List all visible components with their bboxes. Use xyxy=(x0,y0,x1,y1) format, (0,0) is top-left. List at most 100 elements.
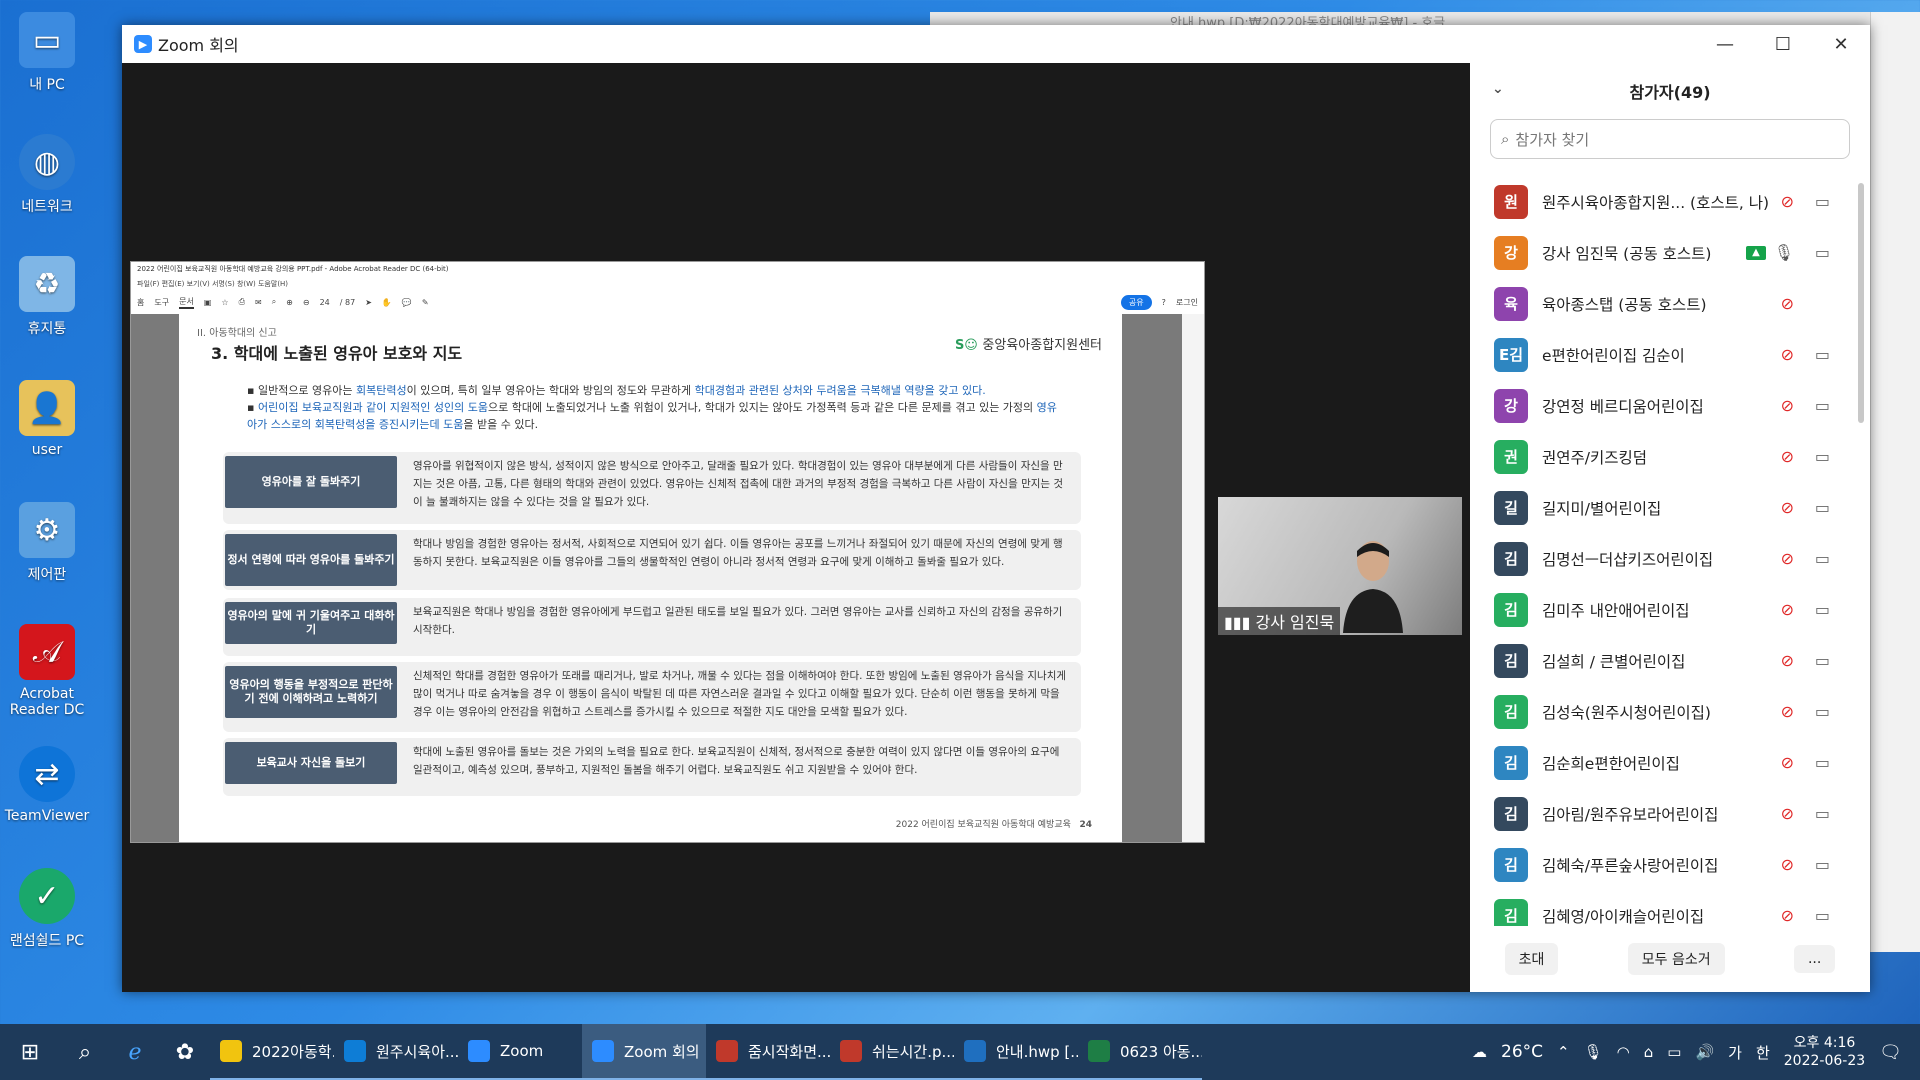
avatar: E김 xyxy=(1494,337,1528,372)
mic-muted-icon[interactable]: ⊘ xyxy=(1781,600,1794,619)
taskbar-task[interactable]: 원주시육아... xyxy=(334,1024,458,1080)
participant-row[interactable]: 김 김혜영/아이캐슬어린이집 ⊘ ▭ xyxy=(1470,890,1850,926)
mute-all-button[interactable]: 모두 음소거 xyxy=(1627,943,1725,975)
participant-row[interactable]: 김 김명선ㅡ더샵키즈어린이집 ⊘ ▭ xyxy=(1470,533,1850,584)
collapse-chevron-icon[interactable]: ⌄ xyxy=(1492,81,1504,97)
video-off-icon[interactable]: ▭ xyxy=(1815,906,1830,925)
mic-muted-icon[interactable]: ⊘ xyxy=(1781,447,1794,466)
volume-icon[interactable]: 🔊 xyxy=(1695,1043,1714,1061)
video-off-icon[interactable]: ▭ xyxy=(1815,396,1830,415)
participant-name: 육아종스탭 (공동 호스트) xyxy=(1542,295,1707,314)
participant-row[interactable]: 김 김아림/원주유보라어린이집 ⊘ ▭ xyxy=(1470,788,1850,839)
desktop-icon-user[interactable]: 👤 user xyxy=(2,380,92,458)
video-off-icon[interactable]: ▭ xyxy=(1815,651,1830,670)
mic-muted-icon[interactable]: ⊘ xyxy=(1781,906,1794,925)
participant-row[interactable]: 김 김순희e편한어린이집 ⊘ ▭ xyxy=(1470,737,1850,788)
participant-row[interactable]: 김 김미주 내안애어린이집 ⊘ ▭ xyxy=(1470,584,1850,635)
mic-muted-icon[interactable]: ⊘ xyxy=(1781,396,1794,415)
print-icon: ⎙ xyxy=(238,297,245,306)
cursor-icon: ➤ xyxy=(365,297,372,307)
participant-row[interactable]: 권 권연주/키즈킹덤 ⊘ ▭ xyxy=(1470,431,1850,482)
participant-row[interactable]: 육 육아종스탭 (공동 호스트) ⊘ xyxy=(1470,278,1850,329)
video-off-icon[interactable]: ▭ xyxy=(1815,549,1830,568)
video-off-icon[interactable]: ▭ xyxy=(1815,192,1830,211)
page-bullets: ▪ 일반적으로 영유아는 회복탄력성이 있으며, 특히 일부 영유아는 학대와 … xyxy=(247,382,1067,433)
desktop-icon-recycle-bin[interactable]: ♻ 휴지통 xyxy=(2,256,92,338)
guide-row-text: 학대에 노출된 영유아를 돌보는 것은 가외의 노력을 필요로 한다. 보육교직… xyxy=(413,746,1060,776)
close-button[interactable]: ✕ xyxy=(1812,25,1870,63)
taskbar-task[interactable]: 안내.hwp [... xyxy=(954,1024,1078,1080)
weather-temperature: 26°C xyxy=(1501,1042,1544,1062)
desktop-icon-teamviewer[interactable]: ⇄ TeamViewer xyxy=(2,746,92,824)
mic-muted-icon[interactable]: ⊘ xyxy=(1781,192,1794,211)
zoom-meeting-window: ▶ Zoom 회의 — ☐ ✕ 2022 어린이집 보육교직원 아동학대 예방교… xyxy=(122,25,1870,992)
participant-name: 김성숙(원주시청어린이집) xyxy=(1542,703,1711,722)
participants-header: ⌄ 참가자(49) xyxy=(1470,63,1870,119)
participant-row[interactable]: 길 길지미/별어린이집 ⊘ ▭ xyxy=(1470,482,1850,533)
participant-name: 김설희 / 큰별어린이집 xyxy=(1542,652,1686,671)
ime-indicator[interactable]: 가 xyxy=(1728,1042,1742,1063)
video-off-icon[interactable]: ▭ xyxy=(1815,855,1830,874)
guide-row-label: 보육교사 자신을 돌보기 xyxy=(225,742,397,784)
notification-icon[interactable]: 🗨 xyxy=(1879,1042,1902,1063)
minimize-button[interactable]: — xyxy=(1696,25,1754,63)
participant-row[interactable]: 원 원주시육아종합지원... (호스트, 나) ⊘ ▭ xyxy=(1470,176,1850,227)
windows-start-icon[interactable]: ⊞ xyxy=(0,1040,60,1065)
chevron-up-icon[interactable]: ⌃ xyxy=(1557,1043,1570,1061)
taskbar-task[interactable]: 줌시작화면... xyxy=(706,1024,830,1080)
zoom-logo-icon: ▶ xyxy=(134,35,152,53)
cortana-icon[interactable]: ✿ xyxy=(160,1040,210,1065)
mic-muted-icon[interactable]: ⊘ xyxy=(1781,702,1794,721)
taskbar-task[interactable]: 0623 아동... xyxy=(1078,1024,1202,1080)
internet-explorer-icon[interactable]: ℯ xyxy=(110,1040,160,1065)
participant-search-input[interactable]: ⌕ 참가자 찾기 xyxy=(1490,119,1850,159)
taskbar-task-label: 안내.hwp [... xyxy=(996,1042,1078,1061)
mic-muted-icon[interactable]: ⊘ xyxy=(1781,753,1794,772)
taskbar-task[interactable]: 2022아동학... xyxy=(210,1024,334,1080)
battery-icon[interactable]: ▭ xyxy=(1667,1043,1681,1061)
taskbar-task[interactable]: 쉬는시간.p... xyxy=(830,1024,954,1080)
desktop-icon-network[interactable]: ◍ 네트워크 xyxy=(2,134,92,216)
desktop-icon-ransomshield[interactable]: ✓ 랜섬쉴드 PC xyxy=(2,868,92,950)
participant-row[interactable]: 김 김설희 / 큰별어린이집 ⊘ ▭ xyxy=(1470,635,1850,686)
clock[interactable]: 오후 4:16 2022-06-23 xyxy=(1784,1034,1865,1070)
mic-muted-icon[interactable]: ⊘ xyxy=(1781,498,1794,517)
ime-mode[interactable]: 한 xyxy=(1756,1042,1770,1063)
participant-row[interactable]: E김 e편한어린이집 김순이 ⊘ ▭ xyxy=(1470,329,1850,380)
video-off-icon[interactable]: ▭ xyxy=(1815,702,1830,721)
mic-muted-icon[interactable]: ⊘ xyxy=(1781,294,1794,313)
participants-title: 참가자(49) xyxy=(1629,83,1711,102)
participant-scrollbar[interactable] xyxy=(1858,183,1864,423)
invite-button[interactable]: 초대 xyxy=(1504,943,1559,975)
wifi-icon[interactable]: ◠ xyxy=(1617,1043,1630,1061)
mic-icon[interactable]: 🎙 xyxy=(1774,243,1794,262)
participant-row[interactable]: 강 강사 임진묵 (공동 호스트) ▲ 🎙 ▭ xyxy=(1470,227,1850,278)
video-off-icon[interactable]: ▭ xyxy=(1815,243,1830,262)
mic-muted-icon[interactable]: ⊘ xyxy=(1781,651,1794,670)
video-off-icon[interactable]: ▭ xyxy=(1815,804,1830,823)
video-off-icon[interactable]: ▭ xyxy=(1815,753,1830,772)
mic-muted-icon[interactable]: ⊘ xyxy=(1781,345,1794,364)
video-off-icon[interactable]: ▭ xyxy=(1815,447,1830,466)
maximize-button[interactable]: ☐ xyxy=(1754,25,1812,63)
participant-row[interactable]: 강 강연정 베르디움어린이집 ⊘ ▭ xyxy=(1470,380,1850,431)
taskbar-task[interactable]: Zoom xyxy=(458,1024,582,1080)
participant-row[interactable]: 김 김성숙(원주시청어린이집) ⊘ ▭ xyxy=(1470,686,1850,737)
speaker-video-tile[interactable]: ▮▮▮ 강사 임진묵 xyxy=(1218,497,1462,635)
taskbar-task-label: 2022아동학... xyxy=(252,1042,334,1061)
desktop-icon-my-pc[interactable]: ▭ 내 PC xyxy=(2,12,92,94)
mic-muted-icon[interactable]: ⊘ xyxy=(1781,855,1794,874)
video-off-icon[interactable]: ▭ xyxy=(1815,600,1830,619)
more-button[interactable]: ... xyxy=(1793,945,1836,973)
video-off-icon[interactable]: ▭ xyxy=(1815,498,1830,517)
mic-muted-icon[interactable]: ⊘ xyxy=(1781,549,1794,568)
participant-row[interactable]: 김 김혜숙/푸른숲사랑어린이집 ⊘ ▭ xyxy=(1470,839,1850,890)
desktop-icon-acrobat[interactable]: 𝒜 Acrobat Reader DC xyxy=(2,624,92,718)
desktop-icon-control-panel[interactable]: ⚙ 제어판 xyxy=(2,502,92,584)
search-icon[interactable]: ⌕ xyxy=(60,1040,110,1065)
video-off-icon[interactable]: ▭ xyxy=(1815,345,1830,364)
mic-muted-icon[interactable]: ⊘ xyxy=(1781,804,1794,823)
taskbar-task-label: 쉬는시간.p... xyxy=(872,1042,954,1061)
network-icon[interactable]: ⌂ xyxy=(1644,1043,1654,1061)
taskbar-task[interactable]: Zoom 회의 xyxy=(582,1024,706,1080)
